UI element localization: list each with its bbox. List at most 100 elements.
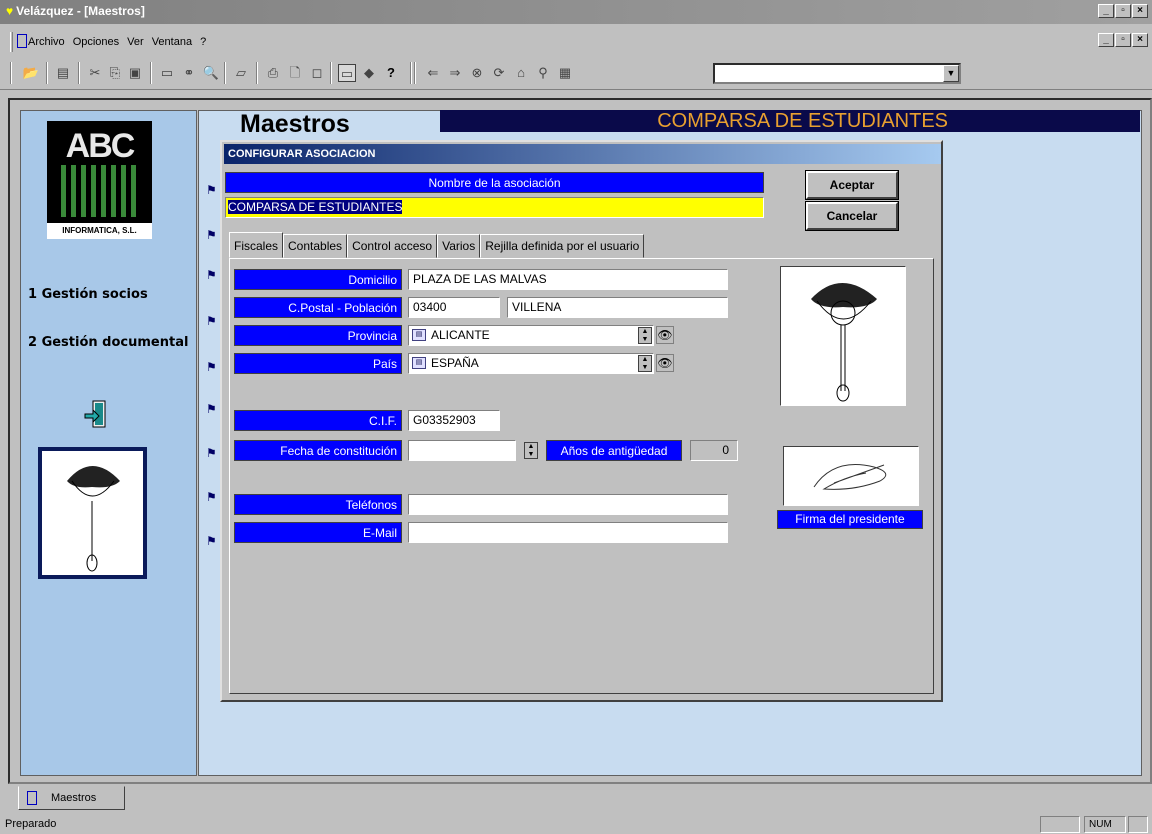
menu-bar: Archivo Opciones Ver Ventana ? _ ▫ ×	[0, 30, 1152, 54]
monitor-icon[interactable]: ▭	[338, 64, 356, 82]
chevron-down-icon[interactable]: ▼	[943, 65, 959, 82]
tab-strip: Fiscales Contables Control acceso Varios…	[229, 232, 645, 258]
mdi-taskbar: Maestros	[0, 786, 1152, 814]
menu-opciones[interactable]: Opciones	[73, 36, 119, 48]
association-logo-thumbnail	[38, 447, 147, 579]
app-icon: ♥	[6, 4, 14, 18]
stop-icon[interactable]: ⊗	[468, 64, 486, 82]
status-message: Preparado	[5, 818, 57, 830]
antiguedad-value: 0	[690, 440, 738, 461]
task-tab-maestros[interactable]: Maestros	[18, 786, 125, 810]
lookup-icon[interactable]: ▤	[412, 329, 426, 341]
toolbar-separator	[410, 62, 412, 84]
menu-grip	[10, 32, 13, 52]
cut-icon[interactable]: ✂	[86, 64, 104, 82]
open-icon[interactable]: 📂	[22, 64, 40, 82]
edit-icon[interactable]: ▤	[54, 64, 72, 82]
tab-fiscales[interactable]: Fiscales	[229, 232, 284, 258]
search-web-icon[interactable]: ⚲	[534, 64, 552, 82]
tab-varios[interactable]: Varios	[437, 234, 481, 258]
scanner-icon[interactable]: ▱	[232, 64, 250, 82]
sidebar-item-documental[interactable]: 2 Gestión documental	[28, 335, 188, 350]
find-icon[interactable]: 🔍	[202, 64, 220, 82]
print-icon[interactable]: ⎙	[264, 64, 282, 82]
logo-grid	[61, 165, 137, 217]
domicilio-input[interactable]: PLAZA DE LAS MALVAS	[408, 269, 728, 290]
title-bar: ♥ Velázquez - [Maestros] _ ▫ ×	[0, 0, 1152, 24]
nombre-input[interactable]: COMPARSA DE ESTUDIANTES	[225, 197, 764, 218]
dialog-title: CONFIGURAR ASOCIACION	[224, 144, 941, 164]
bookmark-icon[interactable]: ▦	[556, 64, 574, 82]
eye-icon[interactable]: 👁	[656, 354, 674, 372]
maximize-button[interactable]: ▫	[1115, 4, 1131, 18]
mdi-minimize-button[interactable]: _	[1098, 33, 1114, 47]
cancel-button[interactable]: Cancelar	[806, 202, 898, 230]
menu-ventana[interactable]: Ventana	[152, 36, 192, 48]
email-label: E-Mail	[234, 522, 402, 543]
provincia-input[interactable]: ALICANTE	[408, 325, 654, 346]
minimize-button[interactable]: _	[1098, 4, 1114, 18]
pais-label: País	[234, 353, 402, 374]
nombre-value: COMPARSA DE ESTUDIANTES	[228, 200, 403, 214]
address-combo[interactable]: ▼	[713, 63, 961, 84]
toolbar-separator	[46, 62, 48, 84]
flag-icon: ⚑	[206, 534, 217, 548]
mdi-controls: _ ▫ ×	[1098, 33, 1148, 47]
mdi-restore-button[interactable]: ▫	[1115, 33, 1131, 47]
email-input[interactable]	[408, 522, 728, 543]
paste-icon[interactable]: ▣	[126, 64, 144, 82]
save-icon[interactable]: ◻	[308, 64, 326, 82]
poblacion-input[interactable]: VILLENA	[507, 297, 728, 318]
binoculars-icon[interactable]: ⚭	[180, 64, 198, 82]
help-icon[interactable]: ?	[382, 64, 400, 82]
lookup-icon[interactable]: ▤	[412, 357, 426, 369]
association-banner: COMPARSA DE ESTUDIANTES	[440, 110, 1140, 132]
close-button[interactable]: ×	[1132, 4, 1148, 18]
sidebar: ABC INFORMATICA, S.L. 1 Gestión socios 2…	[20, 110, 197, 776]
window-controls: _ ▫ ×	[1098, 4, 1148, 18]
cif-label: C.I.F.	[234, 410, 402, 431]
window-icon[interactable]: ▭	[158, 64, 176, 82]
pais-value: ESPAÑA	[431, 356, 479, 370]
fecha-input[interactable]	[408, 440, 516, 461]
provincia-spinner[interactable]: ▲ ▼	[638, 327, 652, 344]
telefonos-input[interactable]	[408, 494, 728, 515]
page-title: Maestros	[240, 110, 350, 138]
pais-input[interactable]: ESPAÑA	[408, 353, 654, 374]
accept-button[interactable]: Aceptar	[806, 171, 898, 199]
pais-spinner[interactable]: ▲ ▼	[638, 355, 652, 372]
refresh-icon[interactable]: ⟳	[490, 64, 508, 82]
sidebar-item-socios[interactable]: 1 Gestión socios	[28, 287, 148, 302]
toolbar-separator	[78, 62, 80, 84]
fecha-spinner[interactable]: ▲ ▼	[524, 442, 538, 459]
back-icon[interactable]: ⇐	[424, 64, 442, 82]
toolbar-separator	[150, 62, 152, 84]
flag-icon: ⚑	[206, 446, 217, 460]
forward-icon[interactable]: ⇒	[446, 64, 464, 82]
menu-ver[interactable]: Ver	[127, 36, 144, 48]
tab-rejilla[interactable]: Rejilla definida por el usuario	[480, 234, 645, 258]
toolbar-separator	[330, 62, 332, 84]
print-preview-icon[interactable]: 🗋	[286, 64, 304, 82]
menu-help[interactable]: ?	[200, 36, 206, 48]
cp-input[interactable]: 03400	[408, 297, 500, 318]
window-title-text: Velázquez - [Maestros]	[16, 4, 145, 18]
toolbar-separator	[256, 62, 258, 84]
flag-icon: ⚑	[206, 402, 217, 416]
logo-company: INFORMATICA, S.L.	[47, 223, 152, 239]
association-logo-image[interactable]	[780, 266, 906, 406]
exit-door-icon[interactable]	[83, 399, 109, 431]
eye-icon[interactable]: 👁	[656, 326, 674, 344]
tab-contables[interactable]: Contables	[283, 234, 348, 258]
banner-text: COMPARSA DE ESTUDIANTES	[657, 110, 948, 132]
mdi-close-button[interactable]: ×	[1132, 33, 1148, 47]
diamond-icon[interactable]: ◆	[360, 64, 378, 82]
signature-image[interactable]	[783, 446, 919, 506]
window-title: ♥ Velázquez - [Maestros]	[6, 4, 145, 18]
menu-archivo[interactable]: Archivo	[28, 36, 65, 48]
cif-input[interactable]: G03352903	[408, 410, 500, 431]
copy-icon[interactable]: ⎘	[106, 64, 124, 82]
home-icon[interactable]: ⌂	[512, 64, 530, 82]
tab-control-acceso[interactable]: Control acceso	[347, 234, 438, 258]
flag-icon: ⚑	[206, 183, 217, 197]
